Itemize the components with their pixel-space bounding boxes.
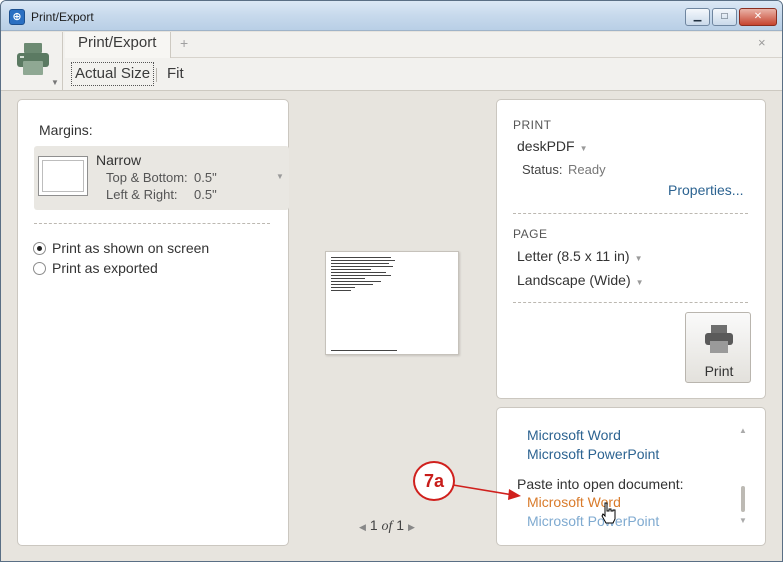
chevron-down-icon: ▼ — [51, 78, 59, 87]
fit-button[interactable]: Fit — [167, 65, 184, 82]
new-tab-icon[interactable]: + — [180, 35, 188, 51]
tab-print-export[interactable]: Print/Export — [65, 32, 171, 58]
status-value: Ready — [568, 162, 606, 177]
paper-size-value: Letter (8.5 x 11 in) — [517, 248, 630, 264]
margins-label: Margins: — [39, 122, 93, 138]
export-powerpoint-link[interactable]: Microsoft PowerPoint — [527, 446, 659, 462]
title-bar[interactable]: ⊕ Print/Export ▁ □ ✕ — [1, 1, 782, 31]
scroll-up-icon[interactable]: ▲ — [739, 426, 747, 435]
printer-menu-button[interactable]: ▼ — [1, 32, 63, 91]
printer-dropdown[interactable]: deskPDF ▼ — [517, 138, 588, 154]
chevron-down-icon: ▼ — [276, 172, 284, 181]
close-icon: ✕ — [753, 11, 763, 22]
print-export-icon: ⊕ — [9, 9, 25, 25]
print-export-window: ⊕ Print/Export ▁ □ ✕ ▼ Print/Export + × … — [0, 0, 783, 562]
divider — [513, 302, 748, 303]
paste-label: Paste into open document: — [517, 476, 684, 492]
left-right-label: Left & Right: — [106, 187, 178, 202]
scrollbar-thumb[interactable] — [741, 486, 745, 512]
margins-dropdown[interactable]: Narrow Top & Bottom: 0.5" Left & Right: … — [34, 146, 289, 210]
left-right-value: 0.5" — [194, 187, 217, 202]
zoom-divider — [156, 68, 157, 82]
printer-name: deskPDF — [517, 138, 575, 154]
print-section-label: PRINT — [513, 118, 552, 132]
printer-icon — [705, 325, 733, 353]
chevron-down-icon: ▼ — [579, 144, 588, 153]
margins-panel: Margins: Narrow Top & Bottom: 0.5" Left … — [17, 99, 289, 546]
chevron-down-icon: ▼ — [635, 278, 644, 287]
radio-label: Print as shown on screen — [52, 240, 210, 256]
orientation-value: Landscape (Wide) — [517, 272, 631, 288]
close-window-button[interactable]: ✕ — [739, 8, 777, 26]
printer-icon — [17, 43, 49, 75]
orientation-dropdown[interactable]: Landscape (Wide) ▼ — [517, 272, 644, 288]
export-word-link[interactable]: Microsoft Word — [527, 427, 621, 443]
page-section-label: PAGE — [513, 227, 548, 241]
top-bottom-value: 0.5" — [194, 170, 217, 185]
tab-divider — [171, 57, 782, 58]
margin-name: Narrow — [96, 152, 142, 168]
properties-link[interactable]: Properties... — [668, 182, 743, 198]
page-preview — [325, 251, 459, 355]
radio-label: Print as exported — [52, 260, 158, 276]
scroll-down-icon[interactable]: ▼ — [739, 516, 747, 525]
top-bottom-label: Top & Bottom: — [106, 170, 188, 185]
status-label: Status: — [522, 162, 563, 177]
chevron-down-icon: ▼ — [634, 254, 643, 263]
radio-print-as-exported[interactable]: Print as exported — [33, 260, 158, 276]
paste-powerpoint-link[interactable]: Microsoft PowerPoint — [527, 513, 659, 529]
maximize-button[interactable]: □ — [712, 8, 737, 26]
page-current: 1 — [369, 517, 378, 533]
print-panel: PRINT deskPDF ▼ Status: Ready Properties.… — [496, 99, 766, 399]
hand-cursor-icon — [601, 502, 616, 524]
margin-preview-icon — [38, 156, 88, 196]
next-page-icon[interactable]: ▶ — [408, 522, 415, 532]
export-panel: Microsoft Word Microsoft PowerPoint Past… — [496, 407, 766, 546]
close-tab-icon[interactable]: × — [758, 35, 766, 50]
window-title: Print/Export — [31, 10, 94, 24]
divider — [34, 223, 270, 224]
minimize-button[interactable]: ▁ — [685, 8, 710, 26]
page-total: 1 — [396, 517, 405, 533]
annotation-callout: 7a — [413, 461, 455, 501]
page-of: of — [381, 519, 393, 534]
toolbar: ▼ Print/Export + × Actual Size Fit — [1, 32, 782, 91]
actual-size-button[interactable]: Actual Size — [71, 62, 155, 86]
minimize-icon: ▁ — [693, 11, 702, 22]
previous-page-icon[interactable]: ◀ — [359, 522, 366, 532]
radio-unselected-icon — [33, 261, 46, 275]
page-navigator: ◀ 1 of 1 ▶ — [359, 517, 415, 535]
annotation-arrow-icon — [452, 484, 521, 500]
print-button-label: Print — [704, 363, 734, 379]
print-button[interactable]: Print — [685, 312, 751, 383]
maximize-icon: □ — [721, 11, 728, 22]
radio-selected-icon — [33, 241, 46, 255]
paper-size-dropdown[interactable]: Letter (8.5 x 11 in) ▼ — [517, 248, 643, 264]
divider — [513, 213, 748, 214]
radio-print-as-shown[interactable]: Print as shown on screen — [33, 240, 209, 256]
